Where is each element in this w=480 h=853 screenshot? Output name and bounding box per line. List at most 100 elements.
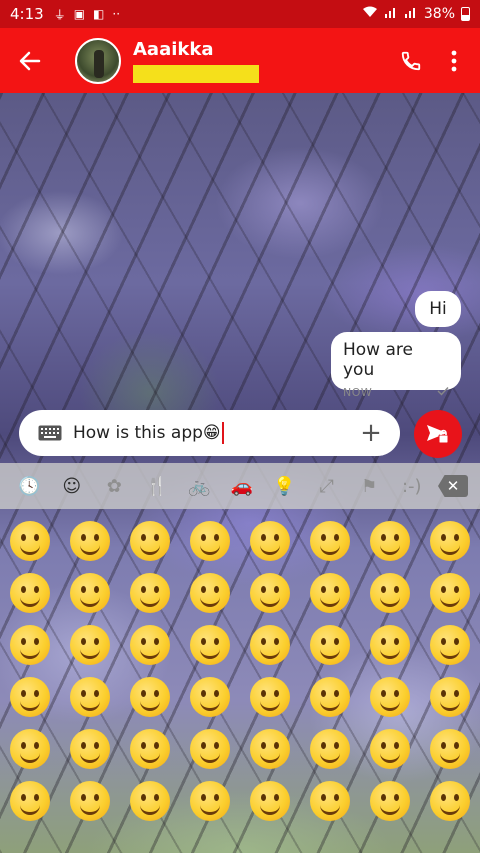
emoji-key[interactable] (420, 514, 480, 566)
flower-icon: ✿ (106, 475, 122, 497)
emoji-key[interactable] (240, 618, 300, 670)
tab-smileys[interactable]: ☺ (51, 463, 94, 509)
backspace-button[interactable]: ✕ (438, 475, 468, 497)
emoji-key[interactable] (240, 670, 300, 722)
emoji-key[interactable] (180, 514, 240, 566)
emoji-key[interactable] (120, 774, 180, 826)
call-button[interactable] (388, 38, 434, 84)
tab-nature[interactable]: ✿ (93, 463, 136, 509)
emoji-key[interactable] (360, 514, 420, 566)
more-dots-icon: ·· (112, 7, 121, 21)
message-input[interactable]: How is this app😁 (73, 422, 224, 444)
check-icon (437, 387, 449, 396)
emoji-key[interactable] (120, 722, 180, 774)
emoji-key[interactable] (360, 774, 420, 826)
keyboard-icon[interactable] (37, 423, 63, 443)
emoji-key[interactable] (420, 722, 480, 774)
emoji-key[interactable] (420, 670, 480, 722)
message-bubble[interactable]: Hi (415, 291, 461, 327)
emoji-key[interactable] (0, 618, 60, 670)
emoji-key[interactable] (60, 566, 120, 618)
grinning-smiling-eyes-icon (310, 521, 350, 561)
contact-avatar[interactable] (75, 37, 121, 84)
emoji-key[interactable] (0, 722, 60, 774)
send-lock-icon (427, 425, 449, 444)
emoji-key[interactable] (420, 566, 480, 618)
battery-percent: 38% (423, 6, 455, 22)
attach-button[interactable]: + (356, 420, 386, 446)
usb-icon: ⏚ (53, 7, 66, 22)
money-mouth-icon (370, 781, 410, 821)
tab-travel[interactable]: 🚗 (221, 463, 264, 509)
sleeping-face-icon (190, 729, 230, 769)
emoji-key[interactable] (420, 774, 480, 826)
grinning-face-icon (70, 521, 110, 561)
emoji-key[interactable] (180, 618, 240, 670)
message-composer: How is this app😁 + (19, 410, 400, 456)
emoji-key[interactable] (0, 514, 60, 566)
image-icon: ▣ (73, 7, 86, 21)
zipper-mouth-icon (430, 677, 470, 717)
tab-symbols[interactable]: ⤢ (306, 463, 349, 509)
rolling-eyes-icon (130, 677, 170, 717)
emoji-key[interactable] (120, 670, 180, 722)
relieved-face-icon (250, 729, 290, 769)
car-icon: 🚗 (230, 475, 253, 497)
emoji-key[interactable] (360, 722, 420, 774)
emoji-key[interactable] (180, 670, 240, 722)
emoji-key[interactable] (360, 566, 420, 618)
emoji-key[interactable] (240, 566, 300, 618)
sleepy-face-icon (70, 729, 110, 769)
smirking-face-icon (190, 677, 230, 717)
emoji-key[interactable] (300, 514, 360, 566)
tab-recent[interactable]: 🕓 (8, 463, 51, 509)
emoji-key[interactable] (120, 618, 180, 670)
emoji-key[interactable] (300, 670, 360, 722)
back-button[interactable] (0, 28, 60, 93)
wifi-icon (362, 6, 378, 22)
tab-food[interactable]: 🍴 (136, 463, 179, 509)
emoji-key[interactable] (60, 722, 120, 774)
emoji-key[interactable] (60, 618, 120, 670)
emoji-key[interactable] (360, 618, 420, 670)
lightbulb-icon: 💡 (273, 475, 296, 497)
tab-emoticons[interactable]: :-) (391, 463, 434, 509)
emoji-key[interactable] (0, 670, 60, 722)
emoji-key[interactable] (0, 566, 60, 618)
tab-activity[interactable]: 🚲 (178, 463, 221, 509)
tab-objects[interactable]: 💡 (263, 463, 306, 509)
emoji-key[interactable] (360, 670, 420, 722)
kissing-smiling-eyes-icon (430, 573, 470, 613)
kissing-closed-eyes-icon (10, 625, 50, 665)
emoji-key[interactable] (0, 774, 60, 826)
emoji-key[interactable] (240, 774, 300, 826)
contact-info[interactable]: Aaaikka (133, 39, 259, 83)
kissing-face-icon (370, 573, 410, 613)
smiling-with-sunglasses-icon (190, 573, 230, 613)
emoji-key[interactable] (300, 566, 360, 618)
overflow-menu-button[interactable] (434, 38, 474, 84)
emoji-key[interactable] (180, 566, 240, 618)
neutral-face-icon (430, 625, 470, 665)
message-bubble[interactable]: How are you NOW (331, 332, 461, 399)
emoji-key[interactable] (180, 774, 240, 826)
emoji-key[interactable] (240, 722, 300, 774)
emoji-key[interactable] (300, 722, 360, 774)
emoji-key[interactable] (420, 618, 480, 670)
emoji-key[interactable] (300, 618, 360, 670)
emoji-category-tabs: 🕓 ☺ ✿ 🍴 🚲 🚗 💡 ⤢ ⚑:-) ✕ (0, 463, 480, 509)
hugging-face-icon (190, 625, 230, 665)
emoji-key[interactable] (60, 670, 120, 722)
emoji-key[interactable] (60, 774, 120, 826)
emoji-key[interactable] (120, 566, 180, 618)
fork-knife-icon: 🍴 (145, 475, 168, 497)
emoji-key[interactable] (300, 774, 360, 826)
drooling-face-icon (10, 781, 50, 821)
send-button[interactable] (414, 410, 462, 458)
emoji-key[interactable] (60, 514, 120, 566)
face-with-tears-of-joy-icon (130, 521, 170, 561)
tab-flags[interactable]: ⚑ (348, 463, 391, 509)
emoji-key[interactable] (240, 514, 300, 566)
emoji-key[interactable] (120, 514, 180, 566)
emoji-key[interactable] (180, 722, 240, 774)
